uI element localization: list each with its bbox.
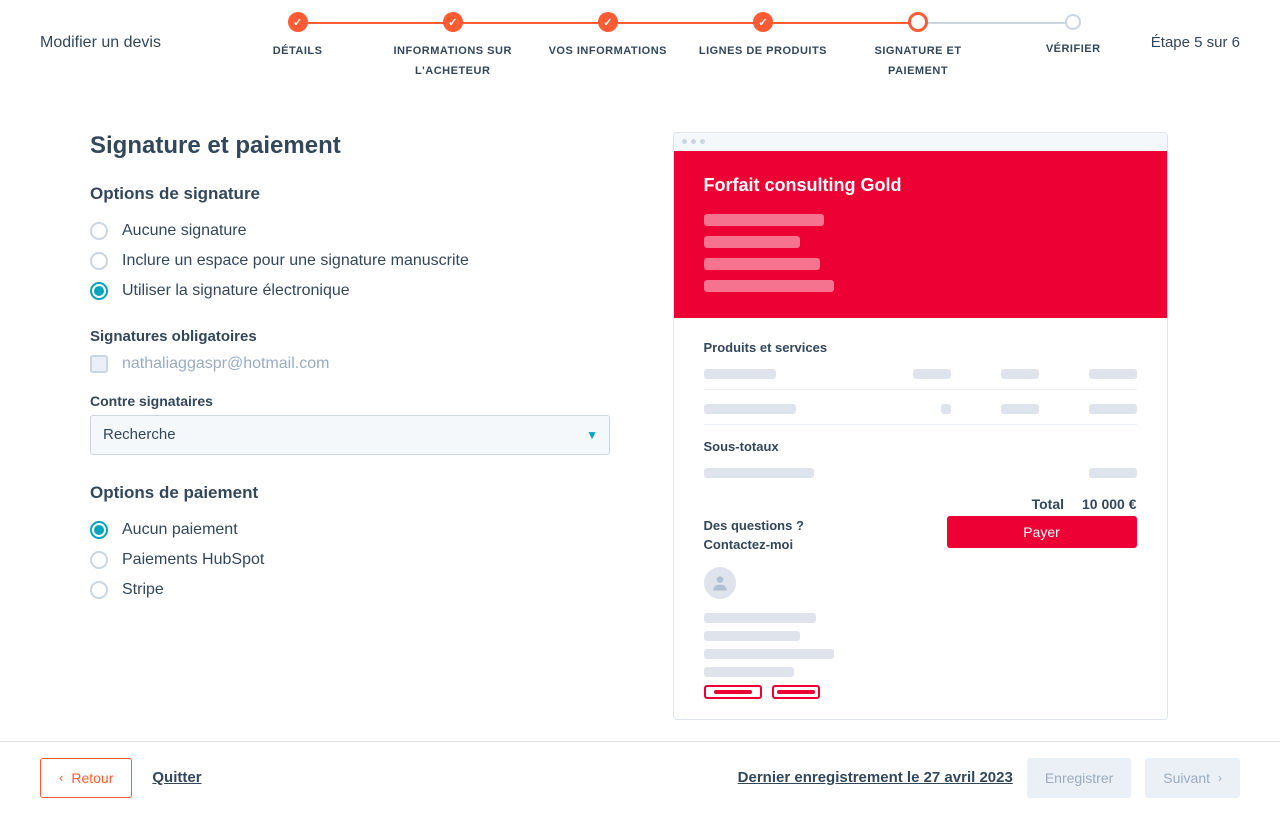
preview-questions-line1: Des questions ? — [704, 516, 804, 536]
step-details[interactable]: DÉTAILS — [220, 12, 375, 82]
preview-total-value: 10 000 € — [1082, 496, 1137, 512]
preview-sign-box — [772, 685, 820, 699]
save-button[interactable]: Enregistrer — [1027, 758, 1131, 798]
step-counter: Étape 5 sur 6 — [1151, 12, 1240, 51]
quit-link[interactable]: Quitter — [152, 769, 201, 786]
radio-no-signature[interactable]: Aucune signature — [90, 222, 610, 240]
radio-esignature[interactable]: Utiliser la signature électronique — [90, 282, 610, 300]
page-title: Signature et paiement — [90, 132, 610, 160]
preview-subtotals-heading: Sous-totaux — [704, 439, 1137, 454]
radio-icon — [90, 551, 108, 569]
radio-no-payment[interactable]: Aucun paiement — [90, 521, 610, 539]
step-circle-done — [753, 12, 773, 32]
back-button[interactable]: ‹ Retour — [40, 758, 132, 798]
signature-options-group: Aucune signature Inclure un espace pour … — [90, 222, 610, 300]
preview-total-label: Total — [1032, 496, 1064, 512]
radio-icon — [90, 222, 108, 240]
step-circle-future — [1065, 14, 1081, 30]
stepper: DÉTAILS INFORMATIONS SUR L'ACHETEUR VOS … — [220, 12, 1151, 82]
page-header-title: Modifier un devis — [40, 12, 220, 52]
required-signer-email: nathaliaggaspr@hotmail.com — [122, 355, 329, 373]
preview-titlebar — [674, 133, 1167, 151]
countersigners-select[interactable]: Recherche — [90, 415, 610, 455]
radio-icon — [90, 581, 108, 599]
required-signatures-heading: Signatures obligatoires — [90, 328, 610, 345]
avatar-icon — [704, 567, 736, 599]
chevron-down-icon: ▼ — [586, 428, 598, 442]
radio-icon — [90, 521, 108, 539]
radio-icon — [90, 282, 108, 300]
required-signer-row[interactable]: nathaliaggaspr@hotmail.com — [90, 355, 610, 373]
preview-sign-box — [704, 685, 762, 699]
payment-options-group: Aucun paiement Paiements HubSpot Stripe — [90, 521, 610, 599]
step-circle-done — [288, 12, 308, 32]
step-circle-current — [908, 12, 928, 32]
chevron-left-icon: ‹ — [59, 770, 63, 785]
step-circle-done — [598, 12, 618, 32]
last-save-text: Dernier enregistrement le 27 avril 2023 — [738, 769, 1013, 786]
payment-options-heading: Options de paiement — [90, 483, 610, 503]
preview-products-heading: Produits et services — [704, 340, 1137, 355]
radio-stripe[interactable]: Stripe — [90, 581, 610, 599]
checkbox-icon — [90, 355, 108, 373]
countersigners-heading: Contre signataires — [90, 393, 610, 409]
radio-icon — [90, 252, 108, 270]
next-button[interactable]: Suivant › — [1145, 758, 1240, 798]
chevron-right-icon: › — [1218, 771, 1222, 785]
step-circle-done — [443, 12, 463, 32]
preview-quote-title: Forfait consulting Gold — [704, 175, 1137, 196]
signature-options-heading: Options de signature — [90, 184, 610, 204]
radio-hubspot-payments[interactable]: Paiements HubSpot — [90, 551, 610, 569]
preview-questions-line2: Contactez-moi — [704, 535, 804, 555]
preview-pay-button: Payer — [947, 516, 1137, 548]
radio-written-signature[interactable]: Inclure un espace pour une signature man… — [90, 252, 610, 270]
quote-preview: Forfait consulting Gold Produits et serv… — [673, 132, 1168, 720]
